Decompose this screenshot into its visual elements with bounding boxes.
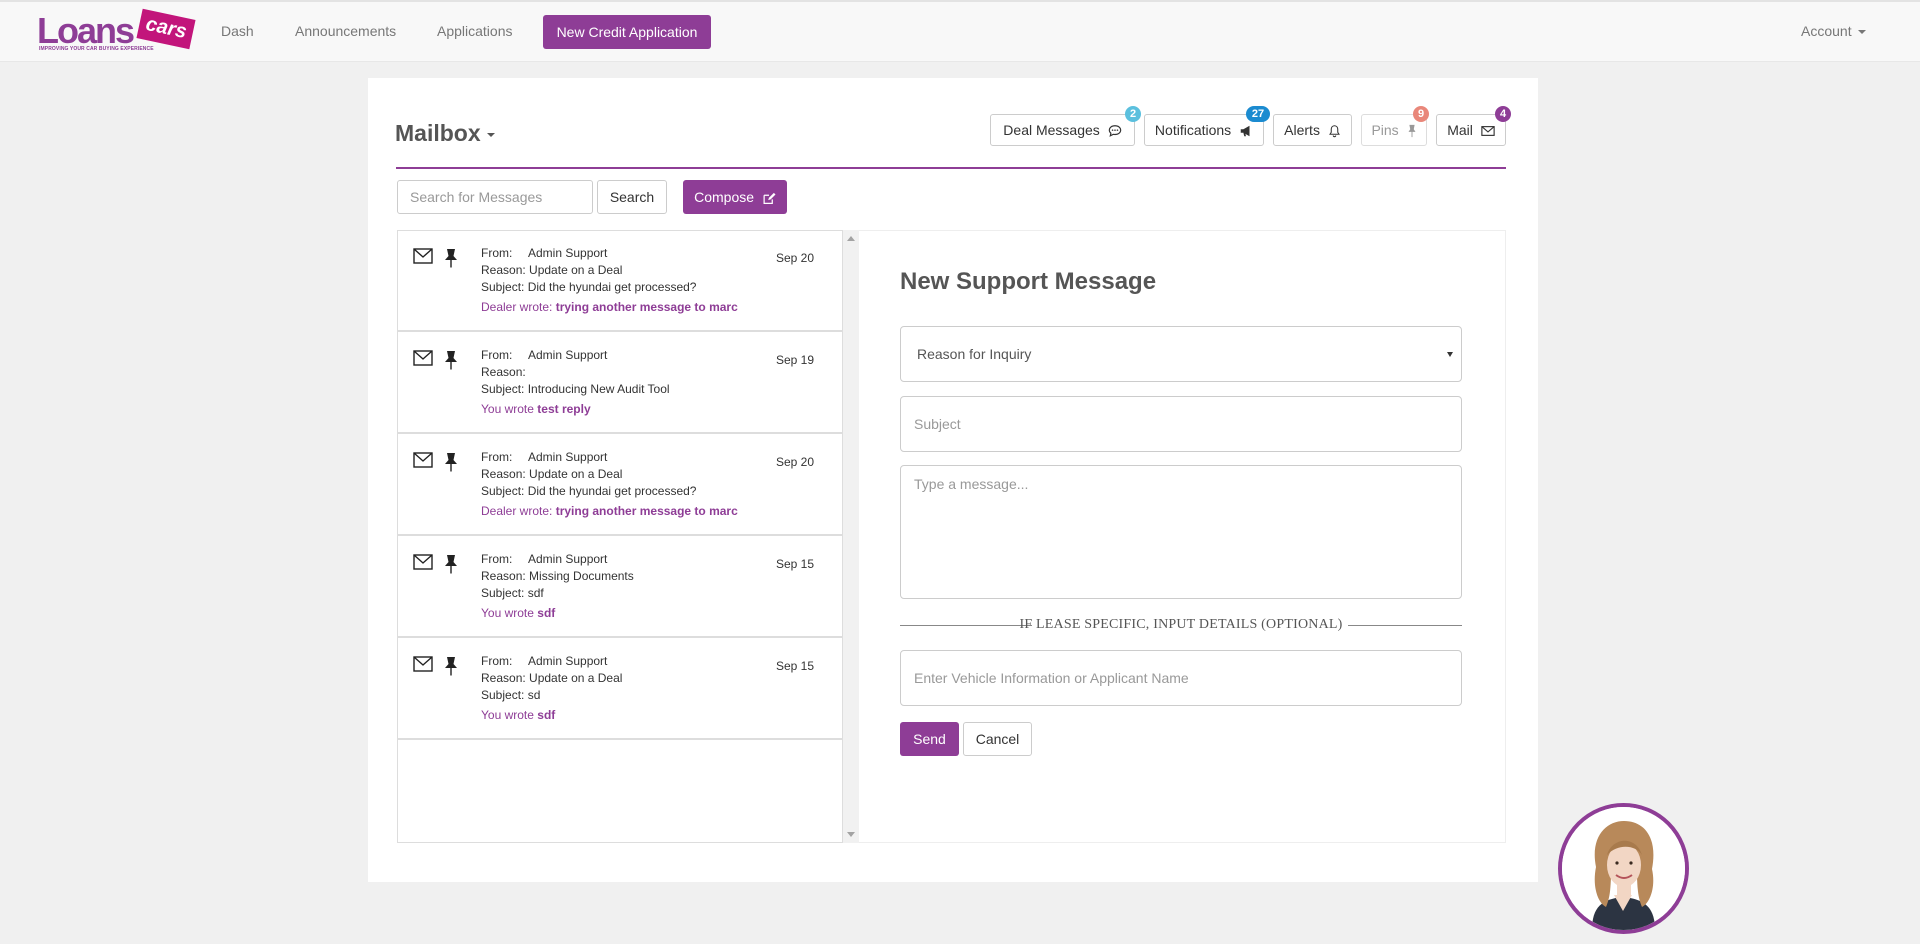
form-title: New Support Message <box>900 268 1157 295</box>
top-navbar: Loans cars IMPROVING YOUR CAR BUYING EXP… <box>0 0 1920 62</box>
nav-link-announcements[interactable]: Announcements <box>295 23 396 39</box>
subject-input[interactable] <box>900 396 1462 452</box>
support-agent-avatar[interactable] <box>1558 803 1689 934</box>
new-credit-application-button[interactable]: New Credit Application <box>543 15 711 49</box>
brand-logo[interactable]: Loans cars IMPROVING YOUR CAR BUYING EXP… <box>37 8 197 54</box>
message-textarea[interactable] <box>900 465 1462 599</box>
navbar-top-line <box>0 0 1920 2</box>
agent-portrait-icon <box>1562 807 1685 930</box>
lease-details-divider: IF LEASE SPECIFIC, INPUT DETAILS (OPTION… <box>900 615 1462 635</box>
nav-link-applications[interactable]: Applications <box>437 23 513 39</box>
send-button[interactable]: Send <box>900 722 959 756</box>
caret-down-icon <box>1447 352 1453 357</box>
account-label: Account <box>1801 23 1852 39</box>
logo-tagline: IMPROVING YOUR CAR BUYING EXPERIENCE <box>39 46 154 52</box>
reason-select[interactable]: Reason for Inquiry <box>900 326 1462 382</box>
vehicle-info-input[interactable] <box>900 650 1462 706</box>
logo-tag: cars <box>136 8 196 50</box>
account-menu[interactable]: Account <box>1801 23 1866 39</box>
caret-down-icon <box>1857 30 1866 35</box>
reason-select-value: Reason for Inquiry <box>917 346 1032 362</box>
nav-link-dash[interactable]: Dash <box>221 23 254 39</box>
cancel-button[interactable]: Cancel <box>963 722 1032 756</box>
compose-form: New Support Message Reason for Inquiry I… <box>368 78 1538 882</box>
lease-details-label: IF LEASE SPECIFIC, INPUT DETAILS (OPTION… <box>1019 617 1343 632</box>
